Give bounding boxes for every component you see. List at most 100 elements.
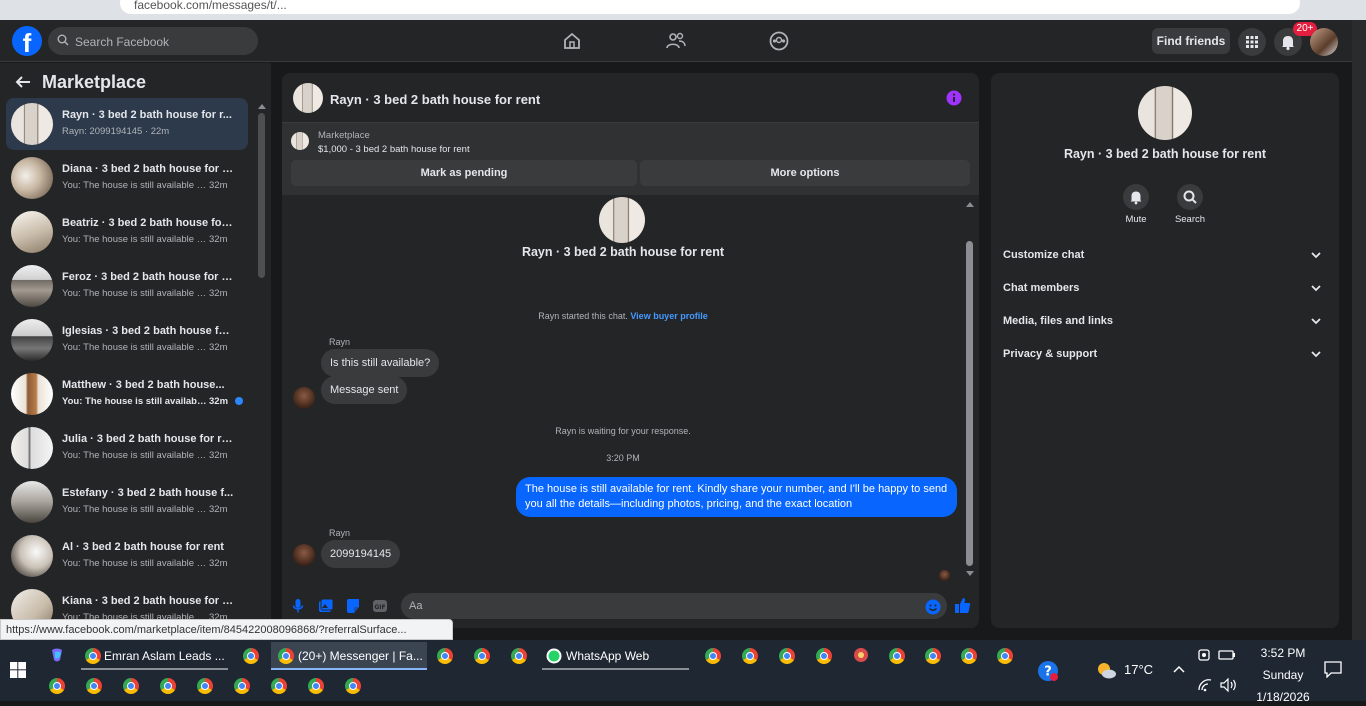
chrome-icon[interactable] — [474, 648, 490, 664]
outgoing-message[interactable]: The house is still available for rent. K… — [516, 477, 957, 517]
address-bar[interactable]: facebook.com/messages/t/... — [120, 0, 1300, 14]
volume-icon[interactable] — [1220, 678, 1238, 692]
search-facebook-input[interactable]: Search Facebook — [48, 27, 258, 55]
chrome-icon[interactable] — [961, 648, 977, 664]
wifi-icon[interactable] — [1197, 678, 1213, 692]
privacy-support-section[interactable]: Privacy & support — [1003, 348, 1327, 368]
chat-avatar[interactable] — [293, 83, 323, 113]
notification-center-icon[interactable] — [1324, 660, 1342, 678]
more-options-button[interactable]: More options — [640, 160, 970, 186]
chat-members-section[interactable]: Chat members — [1003, 282, 1327, 302]
scroll-up-arrow-icon[interactable] — [966, 201, 974, 207]
info-icon[interactable] — [946, 90, 962, 106]
chrome-icon[interactable] — [308, 678, 324, 694]
taskbar-app-whatsapp[interactable]: WhatsApp Web — [542, 642, 689, 670]
chrome-icon[interactable] — [234, 678, 250, 694]
chrome-icon[interactable] — [925, 648, 941, 664]
conversation-item-diana[interactable]: Diana · 3 bed 2 bath house for r... You:… — [6, 152, 248, 204]
chrome-icon[interactable] — [123, 678, 139, 694]
battery-icon[interactable] — [1218, 649, 1236, 661]
chrome-icon[interactable] — [345, 678, 361, 694]
conversation-item-al[interactable]: Al · 3 bed 2 bath house for rent You: Th… — [6, 530, 248, 582]
photo-icon[interactable] — [318, 598, 334, 614]
listing-thumbnail[interactable] — [291, 132, 309, 150]
conversation-item-feroz[interactable]: Feroz · 3 bed 2 bath house for r... You:… — [6, 260, 248, 312]
svg-text:GIF: GIF — [374, 604, 385, 611]
menu-button[interactable] — [1238, 28, 1266, 56]
chrome-icon[interactable] — [49, 678, 65, 694]
search-icon — [1183, 190, 1197, 204]
sender-avatar[interactable] — [293, 387, 315, 409]
back-arrow-icon[interactable] — [14, 75, 32, 89]
scroll-down-arrow-icon[interactable] — [966, 571, 974, 577]
camera-usage-icon[interactable] — [1197, 648, 1211, 662]
chrome-icon[interactable] — [511, 648, 527, 664]
sticker-icon[interactable] — [345, 598, 361, 614]
chat-scrollbar[interactable] — [966, 241, 973, 566]
listing-price-title[interactable]: $1,000 - 3 bed 2 bath house for rent — [318, 144, 470, 155]
chrome-icon[interactable] — [437, 648, 453, 664]
message-input[interactable]: Aa — [401, 593, 947, 619]
media-files-links-section[interactable]: Media, files and links — [1003, 315, 1327, 335]
chrome-icon[interactable] — [705, 648, 721, 664]
incoming-message[interactable]: 2099194145 — [321, 540, 401, 568]
help-icon[interactable]: ? — [1037, 660, 1059, 682]
microphone-icon[interactable] — [292, 598, 304, 614]
system-clock[interactable]: 3:52 PM Sunday 1/18/2026 — [1238, 644, 1328, 706]
chrome-icon[interactable] — [160, 678, 176, 694]
view-buyer-profile-link[interactable]: View buyer profile — [630, 311, 707, 321]
mute-button[interactable] — [1123, 184, 1149, 210]
groups-icon[interactable] — [768, 30, 790, 52]
gif-icon[interactable]: GIF — [372, 598, 388, 614]
conversation-item-estefany[interactable]: Estefany · 3 bed 2 bath house f... You: … — [6, 476, 248, 528]
chat-title[interactable]: Rayn · 3 bed 2 bath house for rent — [330, 92, 540, 107]
scroll-up-arrow-icon[interactable] — [258, 103, 266, 109]
listing-thumbnail — [11, 211, 53, 253]
search-chat-button[interactable] — [1177, 184, 1203, 210]
clock-date: 1/18/2026 — [1256, 690, 1310, 704]
copilot-icon[interactable] — [49, 647, 65, 663]
taskbar-app-emran-leads[interactable]: Emran Aslam Leads ... — [81, 642, 228, 670]
chrome-icon[interactable] — [889, 648, 905, 664]
taskbar-app-messenger[interactable]: (20+) Messenger | Fa... — [271, 642, 427, 670]
facebook-logo-icon[interactable]: f — [12, 26, 42, 58]
incoming-message[interactable]: Message sent — [321, 376, 408, 404]
game-app-icon[interactable] — [853, 647, 869, 663]
chrome-icon[interactable] — [243, 648, 259, 664]
browser-address-strip: facebook.com/messages/t/... — [0, 0, 1366, 20]
listing-thumbnail — [11, 265, 53, 307]
conversation-item-iglesias[interactable]: Iglesias · 3 bed 2 bath house fo... You:… — [6, 314, 248, 366]
page-scrollbar[interactable] — [1352, 20, 1366, 640]
mark-as-pending-button[interactable]: Mark as pending — [291, 160, 637, 186]
top-navigation: f Search Facebook Find friends 20+ — [0, 20, 1352, 62]
weather-temperature[interactable]: 17°C — [1124, 662, 1153, 677]
incoming-message[interactable]: Is this still available? — [321, 349, 440, 377]
weather-partly-sunny-icon[interactable] — [1095, 660, 1117, 680]
profile-avatar[interactable] — [1310, 28, 1338, 56]
home-icon[interactable] — [561, 30, 583, 52]
details-avatar[interactable] — [1138, 86, 1192, 140]
chrome-icon[interactable] — [271, 678, 287, 694]
friends-icon[interactable] — [665, 30, 687, 52]
chrome-icon[interactable] — [997, 648, 1013, 664]
chevron-up-icon[interactable] — [1173, 665, 1185, 673]
conversation-item-julia[interactable]: Julia · 3 bed 2 bath house for re... You… — [6, 422, 248, 474]
chrome-icon[interactable] — [86, 678, 102, 694]
sidebar-scrollbar[interactable] — [258, 113, 265, 278]
conversation-item-rayn[interactable]: Rayn · 3 bed 2 bath house for r... Rayn:… — [6, 98, 248, 150]
like-thumbs-up-icon[interactable] — [954, 597, 971, 614]
windows-start-icon[interactable] — [10, 662, 26, 678]
mute-label: Mute — [1125, 214, 1147, 225]
thread-title: Rayn · 3 bed 2 bath house for rent — [521, 245, 725, 259]
emoji-icon[interactable] — [925, 599, 941, 615]
find-friends-button[interactable]: Find friends — [1152, 28, 1230, 54]
chrome-icon[interactable] — [197, 678, 213, 694]
chrome-icon[interactable] — [779, 648, 795, 664]
chrome-icon[interactable] — [816, 648, 832, 664]
customize-chat-section[interactable]: Customize chat — [1003, 249, 1327, 269]
sender-avatar[interactable] — [293, 544, 315, 566]
conversation-item-matthew[interactable]: Matthew · 3 bed 2 bath house... You: The… — [6, 368, 248, 420]
conversation-item-beatriz[interactable]: Beatriz · 3 bed 2 bath house for... You:… — [6, 206, 248, 258]
chrome-icon[interactable] — [742, 648, 758, 664]
message-timestamp: 3:20 PM — [606, 453, 640, 463]
